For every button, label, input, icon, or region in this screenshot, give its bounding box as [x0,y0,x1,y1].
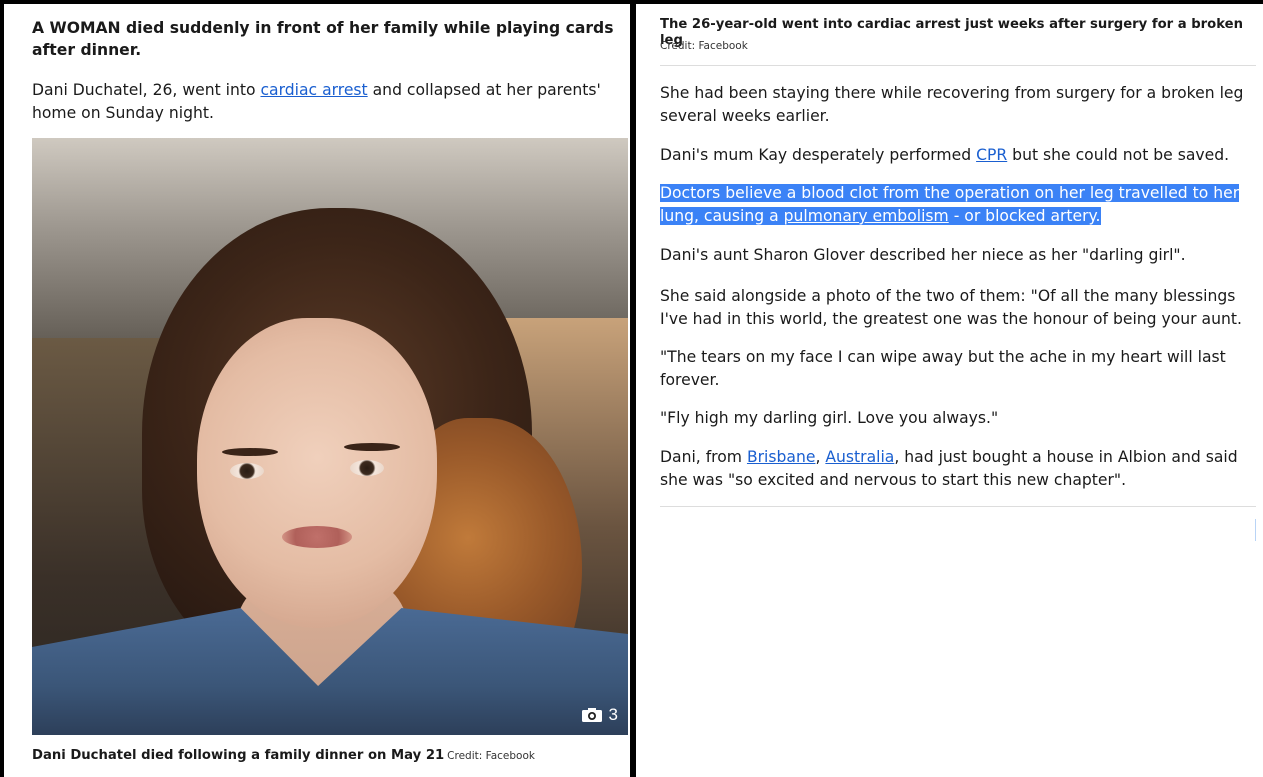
edge-marker [1255,519,1256,541]
paragraph: Dani's mum Kay desperately performed CPR… [660,144,1260,167]
pulmonary-embolism-link[interactable]: pulmonary embolism [784,207,949,225]
paragraph-text: Dani's mum Kay desperately performed [660,146,977,164]
cardiac-arrest-link[interactable]: cardiac arrest [260,81,367,99]
divider [660,506,1256,507]
article-lede: A WOMAN died suddenly in front of her fa… [32,19,614,59]
article-photo[interactable]: 3 [32,138,628,735]
photo-credit: Credit: Facebook [447,750,535,762]
paragraph: She had been staying there while recover… [660,84,1244,125]
photo-credit: Credit: Facebook [660,40,748,52]
caption-text: Dani Duchatel died following a family di… [32,748,445,763]
right-article-panel: The 26-year-old went into cardiac arrest… [636,4,1263,777]
paragraph: Dani, from Brisbane, Australia, had just… [660,446,1260,492]
article-intro: Dani Duchatel, 26, went into cardiac arr… [32,79,622,125]
photo-lips [282,526,352,548]
australia-link[interactable]: Australia [825,448,894,466]
camera-icon [581,707,603,723]
photo-caption: Dani Duchatel died following a family di… [32,748,535,764]
photo-brow-right [344,443,400,451]
photo-brow-left [222,448,278,456]
paragraph: "The tears on my face I can wipe away bu… [660,348,1226,389]
paragraph-highlighted[interactable]: Doctors believe a blood clot from the op… [660,182,1260,228]
photo-eye-right [350,460,384,476]
photo-caption: The 26-year-old went into cardiac arrest… [660,17,1243,48]
divider [660,65,1256,66]
cpr-link[interactable]: CPR [976,146,1007,164]
gallery-counter[interactable]: 3 [581,705,618,725]
left-article-panel: A WOMAN died suddenly in front of her fa… [4,4,630,777]
brisbane-link[interactable]: Brisbane [747,448,816,466]
gallery-count: 3 [608,705,618,724]
intro-text: Dani Duchatel, 26, went into [32,81,261,99]
paragraph: Dani's aunt Sharon Glover described her … [660,246,1186,264]
paragraph-text: but she could not be saved. [1007,146,1230,164]
photo-eye-left [230,463,264,479]
paragraph-text: , [815,448,826,466]
highlighted-text: - or blocked artery. [948,207,1101,225]
paragraph-text: Dani, from [660,448,747,466]
paragraph: She said alongside a photo of the two of… [660,287,1242,328]
paragraph: "Fly high my darling girl. Love you alwa… [660,409,999,427]
